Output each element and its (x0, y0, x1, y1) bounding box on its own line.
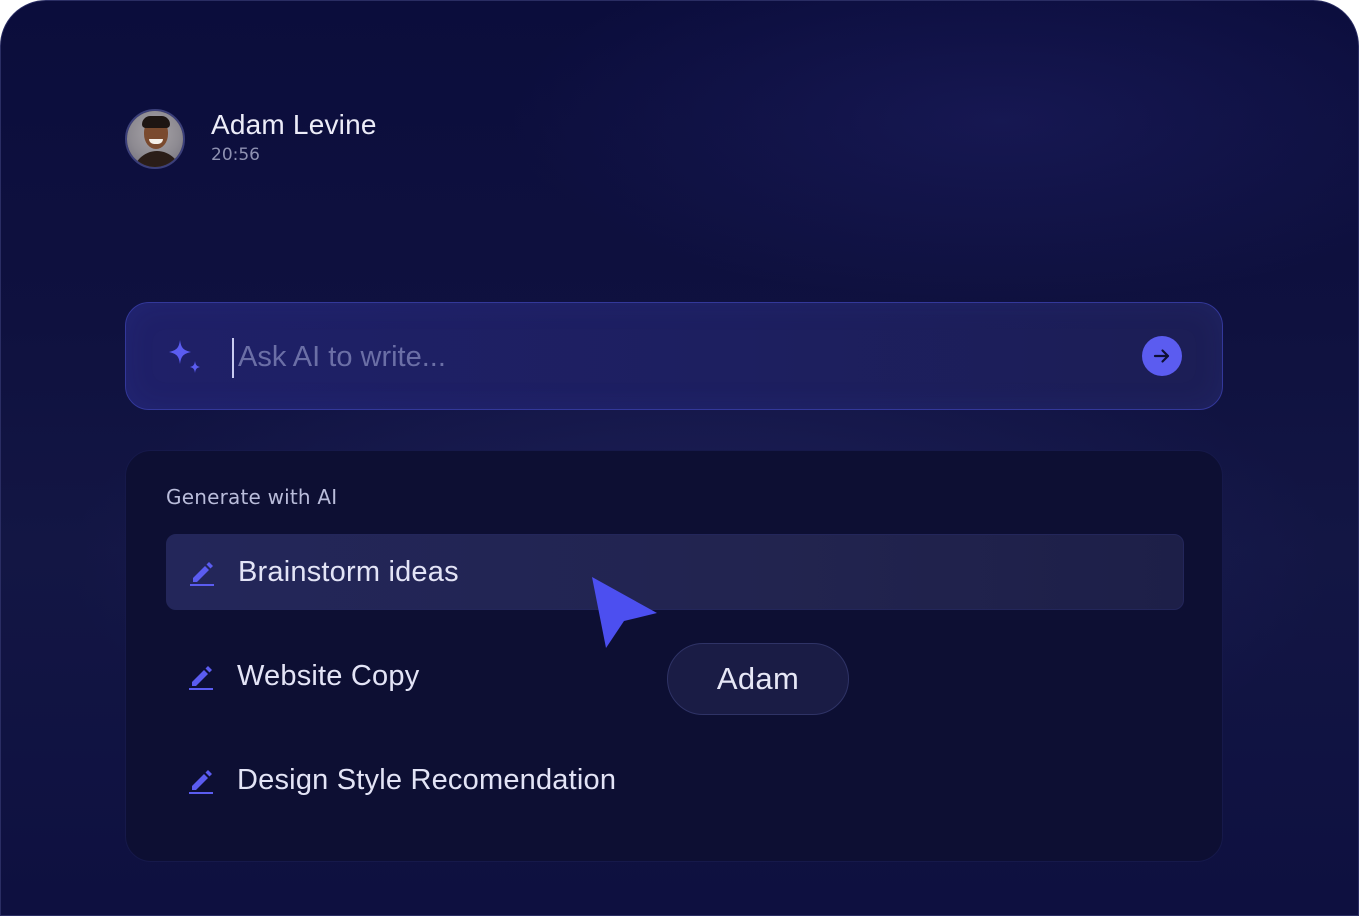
app-window: Adam Levine 20:56 Generate with AI Brain… (0, 0, 1359, 916)
text-caret (232, 338, 234, 378)
menu-item-design-style-recomendation[interactable]: Design Style Recomendation (166, 742, 1184, 818)
menu-item-label: Website Copy (237, 659, 420, 692)
send-button[interactable] (1142, 336, 1182, 376)
pencil-icon (189, 666, 213, 690)
user-info: Adam Levine 20:56 (211, 108, 377, 166)
collaborator-name-tag: Adam (667, 643, 849, 715)
ai-prompt-input[interactable] (238, 331, 1118, 383)
avatar[interactable] (125, 109, 185, 169)
user-header: Adam Levine 20:56 (125, 109, 377, 169)
pencil-icon (189, 770, 213, 794)
collaborator-cursor-icon (592, 577, 657, 648)
user-name: Adam Levine (211, 109, 377, 140)
ai-prompt-box (125, 302, 1223, 410)
pencil-icon (190, 562, 214, 586)
panel-title: Generate with AI (166, 485, 338, 509)
message-time: 20:56 (211, 145, 260, 165)
menu-item-brainstorm-ideas[interactable]: Brainstorm ideas (166, 534, 1184, 610)
arrow-right-icon (1153, 349, 1170, 363)
sparkle-icon (169, 340, 200, 373)
menu-item-label: Design Style Recomendation (237, 763, 617, 796)
menu-item-label: Brainstorm ideas (238, 555, 459, 588)
